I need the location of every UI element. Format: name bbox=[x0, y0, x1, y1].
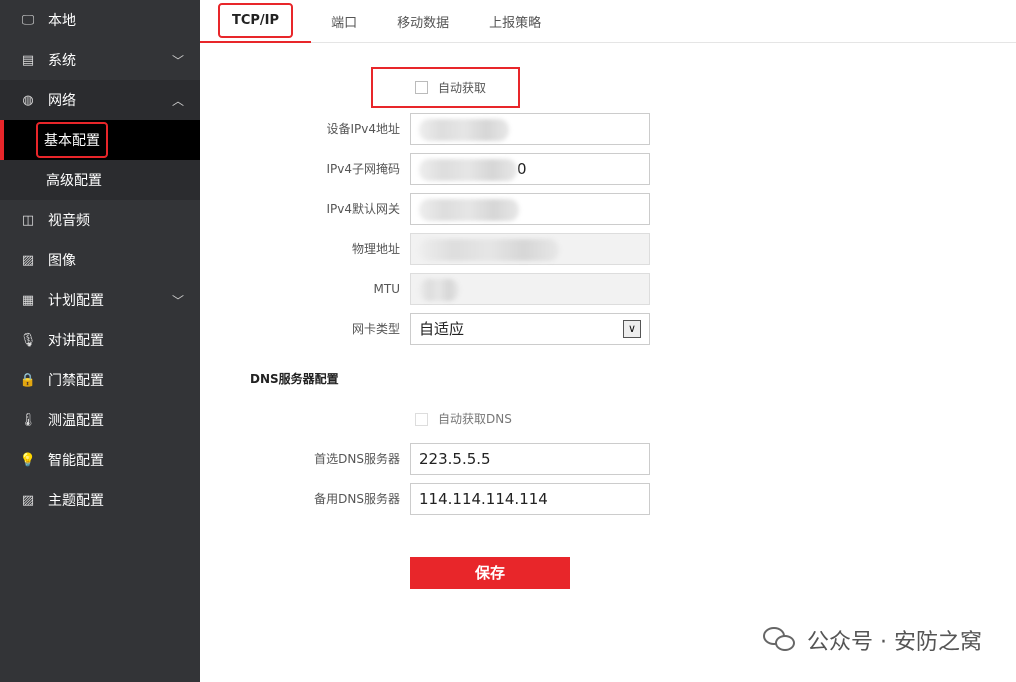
microphone-icon: 🎙 bbox=[19, 332, 37, 348]
sidebar-item-system[interactable]: ▤ 系统 ﹀ bbox=[0, 40, 200, 80]
tab-bar: TCP/IP 端口 移动数据 上报策略 bbox=[200, 0, 1016, 43]
sidebar-item-access[interactable]: 🔒 门禁配置 bbox=[0, 360, 200, 400]
sidebar-item-advanced-config[interactable]: 高级配置 bbox=[0, 160, 200, 200]
chevron-down-icon: ﹀ bbox=[171, 293, 184, 308]
window-icon: ▤ bbox=[21, 52, 35, 68]
auto-obtain-box: 自动获取 bbox=[371, 67, 520, 108]
gateway-input[interactable] bbox=[410, 193, 650, 225]
auto-obtain-checkbox[interactable] bbox=[415, 81, 428, 94]
tab-port[interactable]: 端口 bbox=[311, 0, 377, 43]
calendar-icon: ▦ bbox=[21, 292, 35, 308]
mac-row: 物理地址 bbox=[200, 233, 1016, 265]
sidebar: 🖵 本地 ▤ 系统 ﹀ ◍ 网络 ︿ 基本配置 高级配置 ◫ 视音频 ▨ 图像 ▦ 计划配置 ﹀ … bbox=[0, 0, 200, 682]
preferred-dns-input[interactable]: 223.5.5.5 bbox=[410, 443, 650, 475]
sidebar-item-image[interactable]: ▨ 图像 bbox=[0, 240, 200, 280]
gateway-row: IPv4默认网关 bbox=[200, 193, 1016, 225]
nic-type-row: 网卡类型 自适应 ∨ bbox=[200, 313, 1016, 345]
sidebar-item-intercom[interactable]: 🎙 对讲配置 bbox=[0, 320, 200, 360]
chevron-down-icon: ﹀ bbox=[171, 53, 184, 68]
tab-mobile-data[interactable]: 移动数据 bbox=[377, 0, 469, 43]
sidebar-item-temperature[interactable]: 🌡 测温配置 bbox=[0, 400, 200, 440]
subnet-mask-input[interactable]: 0 bbox=[410, 153, 650, 185]
mask-row: IPv4子网掩码 0 bbox=[200, 153, 1016, 185]
watermark: 公众号 · 安防之窝 bbox=[763, 624, 982, 656]
mac-address-input bbox=[410, 233, 650, 265]
sidebar-item-smart[interactable]: 💡 智能配置 bbox=[0, 440, 200, 480]
theme-image-icon: ▨ bbox=[21, 492, 35, 508]
monitor-icon: 🖵 bbox=[21, 12, 35, 28]
sidebar-item-basic-config[interactable]: 基本配置 bbox=[0, 120, 200, 160]
sidebar-item-network[interactable]: ◍ 网络 ︿ bbox=[0, 80, 200, 120]
mtu-input bbox=[410, 273, 650, 305]
auto-dns-checkbox[interactable] bbox=[415, 413, 428, 426]
lightbulb-icon: 💡 bbox=[19, 452, 37, 468]
sidebar-item-local[interactable]: 🖵 本地 bbox=[0, 0, 200, 40]
chevron-up-icon: ︿ bbox=[171, 93, 184, 108]
sidebar-item-video-audio[interactable]: ◫ 视音频 bbox=[0, 200, 200, 240]
mtu-row: MTU bbox=[200, 273, 1016, 305]
wechat-icon bbox=[763, 627, 797, 653]
tab-tcpip[interactable]: TCP/IP bbox=[200, 0, 312, 43]
ipv4-address-input[interactable] bbox=[410, 113, 650, 145]
dns1-row: 首选DNS服务器 223.5.5.5 bbox=[200, 443, 1016, 475]
video-icon: ◫ bbox=[21, 212, 35, 228]
dns2-row: 备用DNS服务器 114.114.114.114 bbox=[200, 483, 1016, 515]
thermometer-icon: 🌡 bbox=[19, 412, 37, 428]
dns-section-title: DNS服务器配置 bbox=[250, 372, 339, 386]
lock-icon: 🔒 bbox=[19, 372, 37, 388]
globe-icon: ◍ bbox=[22, 92, 34, 108]
sidebar-item-schedule[interactable]: ▦ 计划配置 ﹀ bbox=[0, 280, 200, 320]
auto-dns-row: 自动获取DNS bbox=[415, 410, 512, 427]
image-icon: ▨ bbox=[21, 252, 35, 268]
chevron-down-icon[interactable]: ∨ bbox=[623, 320, 641, 338]
sidebar-item-theme[interactable]: ▨ 主题配置 bbox=[0, 480, 200, 520]
save-button[interactable]: 保存 bbox=[410, 557, 570, 589]
ipv4-row: 设备IPv4地址 bbox=[200, 113, 1016, 145]
tab-report-policy[interactable]: 上报策略 bbox=[469, 0, 561, 43]
nic-type-select[interactable]: 自适应 ∨ bbox=[410, 313, 650, 345]
alternate-dns-input[interactable]: 114.114.114.114 bbox=[410, 483, 650, 515]
